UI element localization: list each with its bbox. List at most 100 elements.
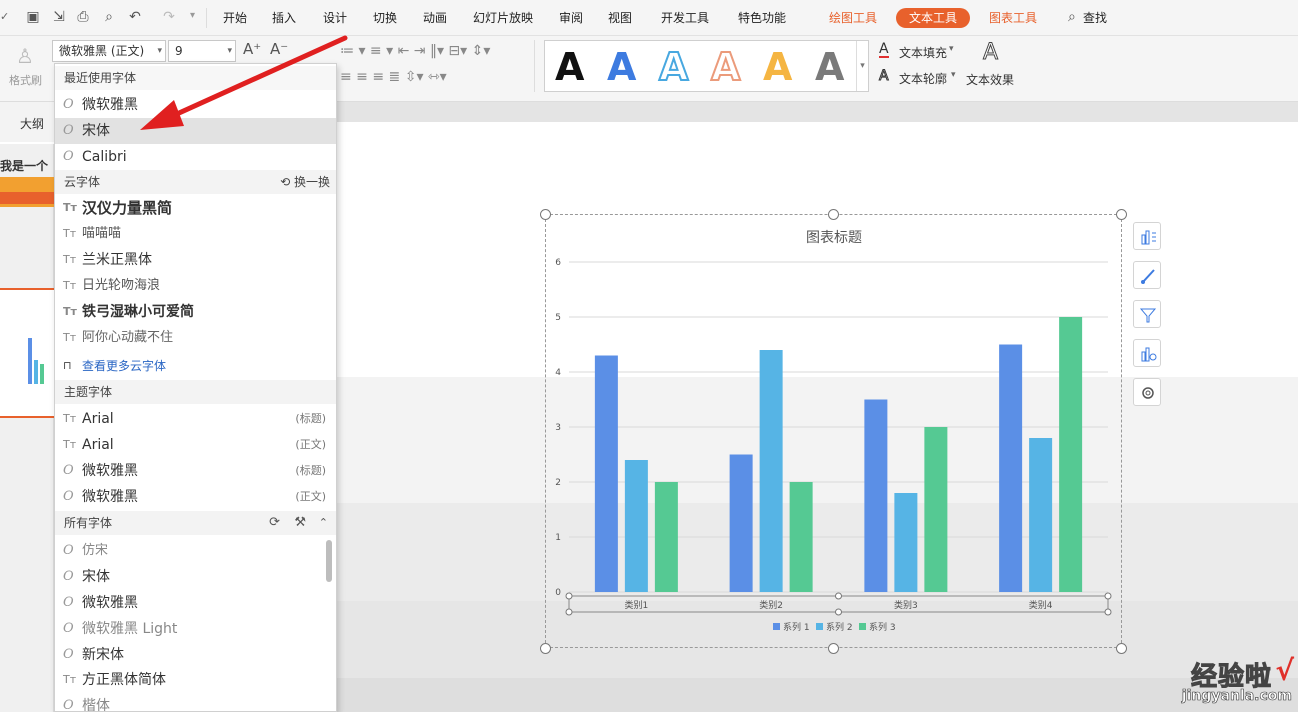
text-style-outline-blue[interactable]: A (658, 44, 689, 90)
font-item[interactable]: O 微软雅黑 (正文) (55, 484, 336, 510)
resize-handle[interactable] (1116, 209, 1127, 220)
menu-features[interactable]: 特色功能 (738, 10, 786, 26)
axis-handle (1104, 608, 1112, 616)
font-item[interactable]: O Calibri (55, 144, 336, 170)
format-painter-icon[interactable]: ♙ (16, 44, 34, 68)
resize-handle[interactable] (1116, 643, 1127, 654)
font-item[interactable]: Tт 汉仪力量黑简 (55, 195, 336, 221)
resize-handle[interactable] (828, 209, 839, 220)
font-item[interactable]: O 楷体 (55, 693, 336, 711)
menu-review[interactable]: 审阅 (559, 10, 583, 26)
menu-transition[interactable]: 切换 (373, 10, 397, 26)
x-tick-label: 类别1 (625, 599, 649, 611)
text-effect-label[interactable]: 文本效果 (966, 71, 1014, 88)
theme-fonts-header: 主题字体 (55, 380, 336, 404)
text-outline-label[interactable]: 文本轮廓 (899, 70, 947, 87)
bar (759, 350, 783, 592)
redo-icon[interactable]: ↷ (160, 8, 178, 26)
chevron-down-icon[interactable]: ▾ (951, 70, 956, 80)
chart-elements-button[interactable] (1133, 222, 1161, 250)
font-item[interactable]: Tт 日光轮吻海浪 (55, 273, 336, 299)
more-icon[interactable]: ▾ (190, 10, 195, 21)
legend-swatch (773, 623, 780, 630)
slide-thumbnail-2[interactable] (0, 288, 54, 418)
font-name: 微软雅黑 (82, 489, 138, 505)
font-item[interactable]: Tт 兰米正黑体 (55, 247, 336, 273)
tab-drawing-tools[interactable]: 绘图工具 (829, 10, 877, 26)
text-style-grey[interactable]: A (815, 45, 844, 89)
chevron-down-icon[interactable]: ▾ (949, 44, 954, 54)
chart-filter-icon[interactable] (1133, 300, 1161, 328)
gallery-scroll-icon[interactable]: ▾ (856, 41, 868, 91)
font-item[interactable]: Tт 阿你心动藏不住 (55, 325, 336, 351)
menu-developer[interactable]: 开发工具 (661, 10, 709, 26)
watermark: 经验啦 √ jingyanla.com (1160, 654, 1298, 712)
menu-view[interactable]: 视图 (608, 10, 632, 26)
font-item[interactable]: O 仿宋 (55, 538, 336, 564)
tab-text-tools[interactable]: 文本工具 (896, 8, 970, 28)
font-type-icon: O (63, 647, 74, 662)
bar (789, 482, 813, 592)
format-painter-label[interactable]: 格式刷 (9, 72, 42, 88)
bar (1059, 317, 1083, 592)
font-type-icon: O (63, 463, 74, 478)
text-effect-icon[interactable]: A (982, 40, 998, 66)
magic-wand-icon[interactable]: ⚒ (294, 511, 306, 535)
chart-settings-gear-icon[interactable] (1133, 378, 1161, 406)
cloud-refresh-button[interactable]: ⟲ 换一换 (280, 170, 330, 194)
menu-start[interactable]: 开始 (223, 10, 247, 26)
search-icon[interactable]: ⌕ (1068, 9, 1076, 25)
text-style-gold[interactable]: A (763, 45, 792, 89)
menu-animation[interactable]: 动画 (423, 10, 447, 26)
collapse-icon[interactable]: ✓ (0, 10, 9, 23)
text-style-outline-orange[interactable]: A (710, 44, 741, 90)
preview-icon[interactable]: ⌕ (100, 8, 118, 26)
font-name: 兰米正黑体 (82, 252, 152, 268)
chart-style-brush-icon[interactable] (1133, 261, 1161, 289)
export-icon[interactable]: ⇲ (50, 8, 68, 26)
font-item[interactable]: Tт 铁弓湿琳小可爱简 (55, 299, 336, 325)
refresh-icon[interactable]: ⟳ (269, 511, 280, 535)
tab-chart-tools[interactable]: 图表工具 (989, 10, 1037, 26)
resize-handle[interactable] (540, 643, 551, 654)
text-fill-icon[interactable]: A (879, 42, 889, 58)
font-item[interactable]: O 宋体 (55, 564, 336, 590)
more-cloud-fonts-link[interactable]: ⊓ 查看更多云字体 (55, 353, 336, 379)
bar (864, 399, 888, 592)
y-tick-label: 0 (555, 588, 561, 598)
chart-object[interactable]: 图表标题 0 1 2 3 4 5 6 类别1 类别2 类别3 类别4 系列 1 系列 2 系列 3 (540, 209, 1127, 654)
bar (894, 493, 918, 592)
undo-icon[interactable]: ↶ (126, 8, 144, 26)
text-outline-icon[interactable]: A (879, 68, 890, 85)
list-icon[interactable]: ≔ ▾ ≡ ▾ ⇤ ⇥ ‖▾ ⊟▾ ⇕▾ (340, 42, 490, 60)
text-style-blue[interactable]: A (607, 45, 636, 89)
font-item[interactable]: Tт Arial (标题) (55, 406, 336, 432)
font-item[interactable]: O 微软雅黑 (55, 590, 336, 616)
save-icon[interactable]: ▣ (24, 8, 42, 26)
menu-design[interactable]: 设计 (323, 10, 347, 26)
outline-tab[interactable]: 大纲 (0, 102, 54, 142)
text-style-black[interactable]: A (555, 45, 584, 89)
font-item[interactable]: O 微软雅黑 Light (55, 616, 336, 642)
font-item[interactable]: Tт 喵喵喵 (55, 221, 336, 247)
print-icon[interactable]: ⎙ (74, 8, 92, 26)
dropdown-scrollbar[interactable] (326, 540, 332, 582)
chart-layout-icon[interactable] (1133, 339, 1161, 367)
font-item[interactable]: O 微软雅黑 (标题) (55, 458, 336, 484)
resize-handle[interactable] (540, 209, 551, 220)
menu-insert[interactable]: 插入 (272, 10, 296, 26)
font-item[interactable]: O 新宋体 (55, 642, 336, 668)
x-tick-label: 类别4 (1029, 599, 1053, 611)
outline-tab-label: 大纲 (20, 117, 45, 131)
font-item[interactable]: Tт Arial (正文) (55, 432, 336, 458)
font-item[interactable]: Tт 方正黑体简体 (55, 667, 336, 693)
y-tick-label: 3 (555, 423, 561, 433)
search-label[interactable]: 查找 (1083, 10, 1107, 26)
menu-slideshow[interactable]: 幻灯片放映 (473, 10, 533, 26)
text-fill-label[interactable]: 文本填充 (899, 44, 947, 61)
cloud-font-icon: Tт (63, 253, 77, 266)
font-name: 新宋体 (82, 647, 124, 663)
thumb-band (0, 192, 54, 204)
collapse-up-icon[interactable]: ⌃ (319, 511, 328, 535)
resize-handle[interactable] (828, 643, 839, 654)
